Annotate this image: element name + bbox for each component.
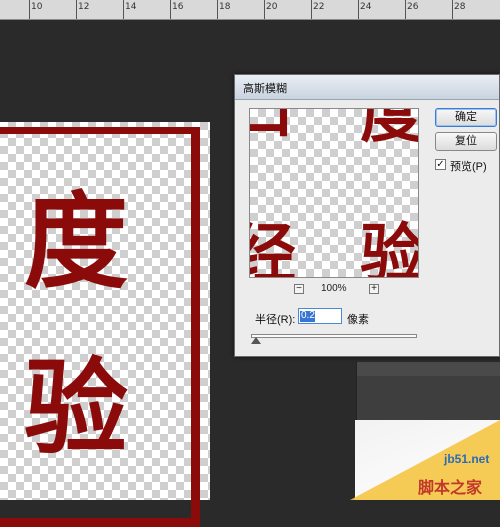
radius-label: 半径(R): bbox=[255, 314, 296, 326]
ruler-tick bbox=[170, 0, 171, 19]
ruler-tick bbox=[217, 0, 218, 19]
ruler-tick-label: 16 bbox=[172, 2, 184, 12]
preview-char: 经 bbox=[250, 223, 296, 278]
stamp-char: 度 bbox=[24, 180, 129, 303]
ruler-tick-label: 14 bbox=[125, 2, 137, 12]
ruler-tick-label: 26 bbox=[407, 2, 419, 12]
ruler-tick bbox=[311, 0, 312, 19]
ruler-tick-label: 22 bbox=[313, 2, 325, 12]
preview-checkbox-label[interactable]: 预览(P) bbox=[450, 158, 487, 174]
radius-slider-thumb[interactable] bbox=[251, 337, 261, 344]
ruler-tick-label: 28 bbox=[454, 2, 466, 12]
preview-checkbox[interactable]: ✓ bbox=[435, 159, 446, 170]
ruler-tick bbox=[452, 0, 453, 19]
ruler-tick bbox=[358, 0, 359, 19]
preview-char: 度 bbox=[360, 108, 419, 152]
watermark-site: jb51.net bbox=[444, 452, 490, 466]
ruler-tick-label: 20 bbox=[266, 2, 278, 12]
dialog-titlebar[interactable]: 高斯模糊 bbox=[235, 75, 499, 100]
ruler-tick-label: 12 bbox=[78, 2, 90, 12]
ruler-tick bbox=[123, 0, 124, 19]
ok-button[interactable]: 确定 bbox=[435, 108, 497, 127]
zoom-out-button[interactable]: − bbox=[294, 284, 304, 294]
zoom-level: 100% bbox=[321, 283, 347, 294]
ruler-tick bbox=[29, 0, 30, 19]
unit-label: 像素 bbox=[347, 314, 369, 326]
horizontal-ruler: 10 12 14 16 18 20 22 24 26 28 bbox=[0, 0, 500, 20]
zoom-in-button[interactable]: + bbox=[369, 284, 379, 294]
ruler-tick-label: 24 bbox=[360, 2, 372, 12]
ruler-tick bbox=[405, 0, 406, 19]
dialog-title: 高斯模糊 bbox=[243, 83, 287, 95]
preview-char: 验 bbox=[360, 217, 419, 278]
stamp-char: 验 bbox=[24, 346, 129, 469]
preview-char: 口 bbox=[250, 109, 294, 143]
ruler-tick bbox=[264, 0, 265, 19]
panel-header bbox=[357, 362, 500, 376]
ruler-tick bbox=[76, 0, 77, 19]
ruler-tick-label: 10 bbox=[31, 2, 43, 12]
radius-value[interactable]: 0.2 bbox=[301, 310, 315, 321]
blur-preview[interactable]: 口 度 经 验 bbox=[249, 108, 419, 278]
document-canvas[interactable]: 度 验 bbox=[0, 122, 210, 527]
radius-slider-track[interactable] bbox=[251, 334, 417, 338]
reset-button[interactable]: 复位 bbox=[435, 132, 497, 151]
ruler-tick-label: 18 bbox=[219, 2, 231, 12]
watermark-name: 脚本之家 bbox=[418, 478, 483, 497]
gaussian-blur-dialog: 高斯模糊 口 度 经 验 确定 复位 ✓ 预览(P) − 100% + 半径(R… bbox=[234, 74, 500, 357]
